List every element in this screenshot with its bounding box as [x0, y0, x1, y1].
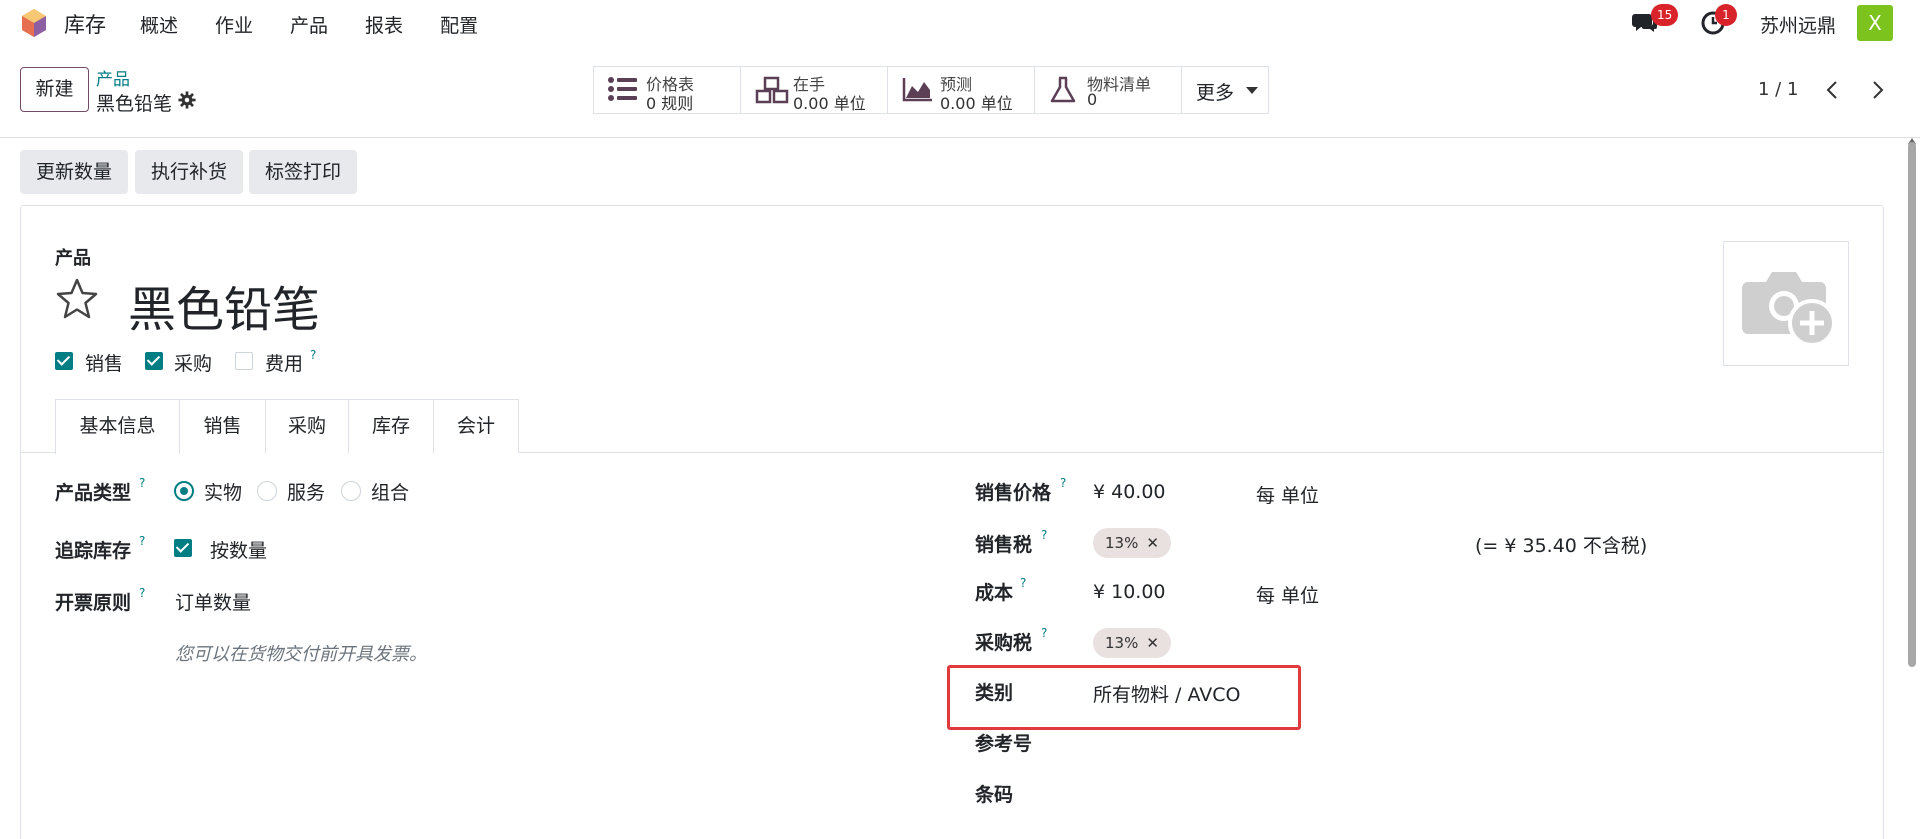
sale-price-label: 销售价格	[975, 482, 1052, 504]
product-name-label: 产品	[55, 248, 91, 269]
tab-accounting[interactable]: 会计	[433, 399, 519, 453]
tab-purchase[interactable]: 采购	[265, 399, 349, 453]
type-service-label: 服务	[287, 482, 326, 504]
type-goods-label: 实物	[204, 482, 243, 504]
bom-smart-button[interactable]: 物料清单 0	[1035, 67, 1182, 113]
expense-checkbox[interactable]	[235, 352, 253, 370]
menu-operations[interactable]: 作业	[215, 11, 253, 38]
top-navbar: 库存 概述 作业 产品 报表 配置 15 1 苏州远鼎 X	[0, 0, 1920, 46]
purchase-tax-tag[interactable]: 13% ✕	[1093, 628, 1171, 658]
more-button[interactable]: 更多	[1182, 67, 1268, 113]
tab-sales[interactable]: 销售	[179, 399, 266, 453]
pager-value[interactable]: 1 / 1	[1758, 79, 1798, 100]
caret-down-icon	[1246, 87, 1258, 94]
help-icon[interactable]: ?	[139, 586, 145, 600]
can-be-sold-checkbox[interactable]	[55, 352, 73, 370]
reference-label: 参考号	[975, 733, 1033, 755]
sale-price-unit: 每 单位	[1256, 485, 1320, 507]
smart-value: 0.00 单位	[940, 94, 1013, 113]
track-inventory-checkbox[interactable]	[174, 539, 192, 557]
chevron-right-icon[interactable]	[1866, 79, 1888, 101]
more-label: 更多	[1196, 82, 1235, 104]
smart-value: 0.00 单位	[793, 94, 866, 113]
category-value[interactable]: 所有物料 / AVCO	[1093, 680, 1240, 707]
help-icon[interactable]: ?	[139, 476, 145, 490]
menu-configuration[interactable]: 配置	[440, 11, 478, 38]
gear-icon[interactable]	[178, 91, 196, 109]
barcode-label: 条码	[975, 784, 1014, 806]
type-combo-radio[interactable]	[341, 481, 361, 501]
purchase-tax-tag-label: 13%	[1105, 634, 1139, 652]
cost-value[interactable]: ¥ 10.00	[1093, 581, 1166, 603]
invoice-policy-value[interactable]: 订单数量	[175, 588, 251, 615]
help-icon[interactable]: ?	[1020, 576, 1026, 590]
sale-tax-label: 销售税	[975, 534, 1033, 556]
smart-buttons: 价格表 0 规则 在手 0.00 单位 预测 0.00 单位 物料清单 0 更多	[593, 66, 1269, 114]
category-label: 类别	[975, 682, 1014, 704]
tax-excluded-price: (= ¥ 35.40 不含税)	[1475, 535, 1648, 557]
invoice-hint: 您可以在货物交付前开具发票。	[175, 644, 427, 665]
company-switcher[interactable]: 苏州远鼎	[1760, 11, 1836, 38]
can-be-sold-label: 销售	[85, 353, 124, 375]
messages-badge: 15	[1651, 4, 1679, 26]
can-be-purchased-label: 采购	[174, 353, 213, 375]
new-button[interactable]: 新建	[20, 67, 89, 112]
list-icon	[608, 77, 637, 101]
menu-overview[interactable]: 概述	[140, 11, 178, 38]
sale-tax-tag-label: 13%	[1105, 534, 1139, 552]
app-name[interactable]: 库存	[64, 9, 106, 39]
remove-icon[interactable]: ✕	[1146, 634, 1159, 652]
product-title[interactable]: 黑色铅笔	[128, 270, 320, 340]
print-labels-button[interactable]: 标签打印	[249, 150, 357, 194]
forecast-smart-button[interactable]: 预测 0.00 单位	[888, 67, 1035, 113]
replenish-button[interactable]: 执行补货	[135, 150, 243, 194]
star-icon[interactable]	[55, 277, 99, 321]
cubes-icon	[755, 76, 789, 104]
breadcrumb-parent[interactable]: 产品	[96, 65, 130, 90]
pricelist-smart-button[interactable]: 价格表 0 规则	[594, 67, 741, 113]
main-menu: 概述 作业 产品 报表 配置	[140, 11, 515, 38]
type-service-radio[interactable]	[257, 481, 277, 501]
chevron-left-icon[interactable]	[1822, 79, 1844, 101]
area-chart-icon	[902, 78, 932, 102]
inventory-app-icon[interactable]	[20, 8, 48, 38]
vertical-scrollbar[interactable]	[1908, 142, 1916, 667]
help-icon[interactable]: ?	[1041, 626, 1047, 640]
sale-tax-tag[interactable]: 13% ✕	[1093, 528, 1171, 558]
cost-label: 成本	[975, 582, 1014, 604]
tab-general-info[interactable]: 基本信息	[55, 399, 180, 454]
invoice-policy-label: 开票原则	[55, 592, 132, 614]
camera-plus-icon	[1742, 272, 1836, 347]
product-type-label: 产品类型	[55, 482, 132, 504]
product-image-field[interactable]	[1723, 241, 1849, 366]
smart-value: 0 规则	[646, 94, 694, 113]
expense-label: 费用	[265, 353, 304, 375]
smart-value: 0	[1087, 90, 1098, 109]
track-inventory-value[interactable]: 按数量	[210, 536, 267, 563]
on-hand-smart-button[interactable]: 在手 0.00 单位	[741, 67, 888, 113]
flask-icon	[1050, 76, 1076, 103]
update-quantity-button[interactable]: 更新数量	[20, 150, 128, 194]
menu-products[interactable]: 产品	[290, 11, 328, 38]
tab-inventory[interactable]: 库存	[348, 399, 434, 453]
help-icon[interactable]: ?	[139, 534, 145, 548]
type-combo-label: 组合	[371, 482, 410, 504]
header-divider	[0, 137, 1920, 138]
type-goods-radio[interactable]	[174, 481, 194, 501]
help-icon[interactable]: ?	[310, 348, 316, 362]
activities-badge: 1	[1715, 4, 1737, 26]
help-icon[interactable]: ?	[1060, 476, 1066, 490]
purchase-tax-label: 采购税	[975, 632, 1033, 654]
user-avatar[interactable]: X	[1857, 5, 1893, 41]
cost-unit: 每 单位	[1256, 585, 1320, 607]
help-icon[interactable]: ?	[1041, 528, 1047, 542]
track-inventory-label: 追踪库存	[55, 540, 132, 562]
breadcrumb-current: 黑色铅笔	[96, 93, 173, 115]
can-be-purchased-checkbox[interactable]	[145, 352, 163, 370]
sale-price-value[interactable]: ¥ 40.00	[1093, 481, 1166, 503]
remove-icon[interactable]: ✕	[1146, 534, 1159, 552]
menu-reporting[interactable]: 报表	[365, 11, 403, 38]
